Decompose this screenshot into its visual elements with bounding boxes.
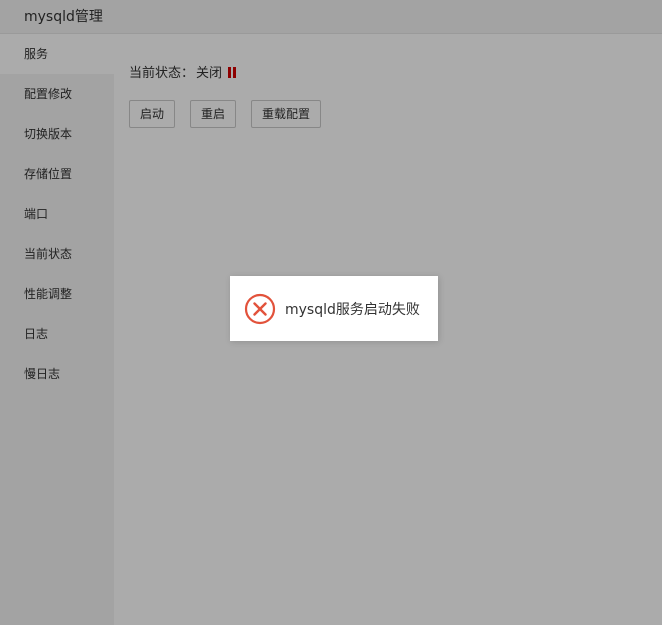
error-toast: mysqld服务启动失败 [230,276,438,341]
toast-message: mysqld服务启动失败 [285,302,420,318]
error-circle-icon [244,293,276,325]
